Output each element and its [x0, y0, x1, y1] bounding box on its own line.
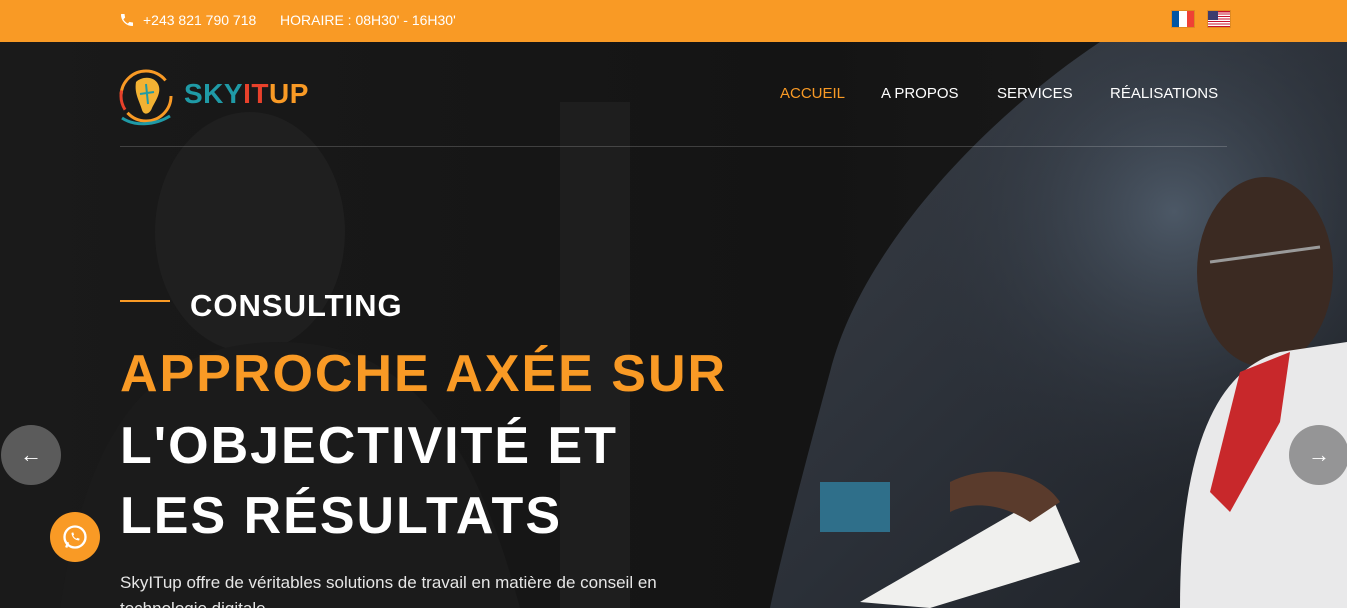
flag-us-icon[interactable] [1208, 11, 1230, 27]
header-divider [120, 146, 1227, 147]
company-logo[interactable] [118, 64, 178, 126]
slide-description: SkyITup offre de véritables solutions de… [120, 573, 657, 608]
nav-item-services[interactable]: SERVICES [997, 85, 1073, 102]
phone-icon [121, 14, 133, 26]
whatsapp-button[interactable] [50, 512, 100, 562]
nav-item-a-propos[interactable]: A PROPOS [881, 85, 959, 102]
flag-fr-icon[interactable] [1172, 11, 1194, 27]
nav-item-realisations[interactable]: RÉALISATIONS [1110, 85, 1218, 102]
slider-prev-button[interactable]: ← [1, 425, 61, 485]
nav-item-accueil[interactable]: ACCUEIL [780, 85, 845, 102]
kicker-line [120, 300, 170, 302]
brand-name[interactable]: SKYITUP [184, 78, 309, 110]
whatsapp-icon [63, 525, 87, 549]
slide-headline-line-3: LES RÉSULTATS [120, 487, 562, 545]
arrow-left-icon: ← [20, 442, 42, 467]
slide-headline-line-1: APPROCHE AXÉE SUR [120, 345, 728, 403]
phone-number[interactable]: +243 821 790 718 [143, 12, 256, 28]
slide-kicker: CONSULTING [190, 288, 403, 323]
hero-slider: SKYITUP ACCUEIL A PROPOS SERVICES RÉALIS… [0, 42, 1347, 608]
top-bar: +243 821 790 718 HORAIRE : 08H30' - 16H3… [0, 0, 1347, 42]
opening-hours: HORAIRE : 08H30' - 16H30' [280, 12, 456, 28]
arrow-right-icon: → [1308, 442, 1330, 467]
slide-headline-line-2: L'OBJECTIVITÉ ET [120, 417, 618, 475]
slider-next-button[interactable]: → [1289, 425, 1347, 485]
